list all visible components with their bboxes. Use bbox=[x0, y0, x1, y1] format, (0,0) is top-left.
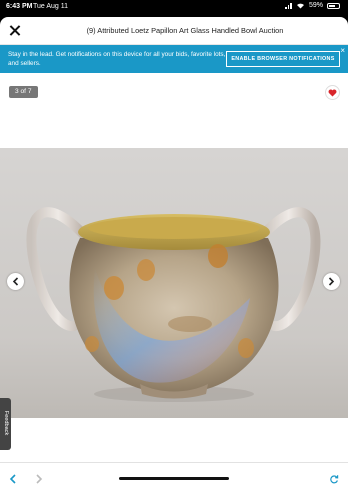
status-right: 59% bbox=[285, 2, 340, 9]
battery-percent: 59% bbox=[308, 2, 323, 9]
close-icon[interactable] bbox=[8, 24, 22, 38]
status-date: Tue Aug 11 bbox=[33, 3, 69, 10]
wifi-icon bbox=[296, 3, 304, 9]
back-arrow-icon bbox=[9, 474, 16, 484]
header: (9) Attributed Loetz Papillon Art Glass … bbox=[0, 17, 348, 45]
image-counter: 3 of 7 bbox=[9, 86, 38, 98]
page-title: (9) Attributed Loetz Papillon Art Glass … bbox=[86, 26, 284, 35]
reload-icon bbox=[330, 475, 339, 484]
signal-icon bbox=[285, 2, 292, 9]
feedback-label: Feedback bbox=[3, 410, 9, 436]
reload-button[interactable] bbox=[327, 472, 341, 486]
battery-icon bbox=[327, 2, 340, 9]
feedback-tab[interactable]: Feedback bbox=[0, 398, 11, 450]
next-image-button[interactable] bbox=[323, 273, 340, 290]
back-button[interactable] bbox=[6, 472, 20, 486]
enable-notifications-button[interactable]: ENABLE BROWSER NOTIFICATIONS bbox=[226, 51, 340, 67]
home-indicator bbox=[119, 477, 229, 480]
prev-image-button[interactable] bbox=[7, 273, 24, 290]
watch-button[interactable] bbox=[325, 85, 340, 100]
chevron-left-icon bbox=[12, 277, 19, 286]
lot-image[interactable] bbox=[0, 148, 348, 418]
heart-icon bbox=[328, 89, 337, 97]
chevron-right-icon bbox=[328, 277, 335, 286]
browser-toolbar bbox=[0, 462, 348, 500]
forward-arrow-icon bbox=[36, 474, 43, 484]
auction-sheet: (9) Attributed Loetz Papillon Art Glass … bbox=[0, 17, 348, 500]
banner-text: Stay in the lead. Get notifications on t… bbox=[8, 51, 226, 67]
banner-close-icon[interactable]: × bbox=[340, 47, 345, 55]
forward-button[interactable] bbox=[32, 472, 46, 486]
glass-bowl-photo bbox=[0, 148, 348, 418]
notification-banner: Stay in the lead. Get notifications on t… bbox=[0, 45, 348, 73]
status-bar: 6:43 PM Tue Aug 11 59% bbox=[0, 0, 348, 13]
status-time: 6:43 PM bbox=[6, 3, 33, 10]
